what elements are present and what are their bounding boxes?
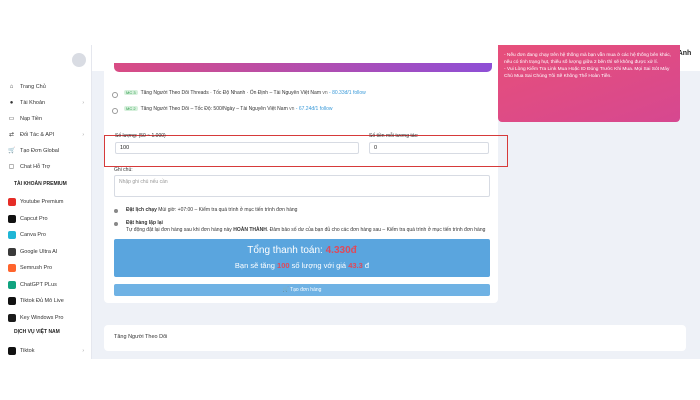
option-text: Tăng Người Theo Dõi Threads · Tốc Độ Nha…: [140, 90, 321, 96]
option-label-1[interactable]: MC 3 Tăng Người Theo Dõi Threads · Tốc Độ…: [124, 90, 366, 96]
sidebar-item-label: Trang Chủ: [20, 84, 46, 90]
chevron-right-icon: ›: [82, 132, 84, 138]
sidebar-item[interactable]: ● Tài Khoản ›: [8, 97, 88, 109]
sidebar-item-label: Tài Khoản: [20, 100, 46, 106]
sidebar-item-label: Tiktok Đủ Mô Live: [20, 298, 64, 304]
sidebar-item[interactable]: Capcut Pro: [8, 213, 88, 225]
sidebar-item[interactable]: ⌂ Trang Chủ: [8, 81, 88, 93]
section-premium-title: TÀI KHOẢN PREMIUM: [14, 181, 67, 187]
sidebar-item-label: Canva Pro: [20, 232, 46, 238]
sidebar-item-label: Nạp Tiền: [20, 116, 43, 122]
option-text: Tăng Người Theo Dõi – Tốc Độ: 500/Ngày –…: [140, 106, 288, 112]
quantity-highlight-box: Số lượng: (50 ~ 1.000) 100 Số tiền mỗi t…: [104, 133, 508, 167]
option-radio-2[interactable]: [112, 108, 118, 114]
total-amount: 4.330: [325, 245, 351, 256]
sidebar-item[interactable]: ChatGPT PLus: [8, 279, 88, 291]
sidebar-item-label: Tạo Đơn Global: [20, 148, 60, 154]
sidebar-item-label: Tiktok: [20, 348, 35, 354]
sidebar-item-label: Youtube Premium: [20, 199, 64, 205]
app-icon: [8, 347, 16, 355]
notice-card: - Nếu đơn đang chạy trên hệ thống mà bạn…: [498, 45, 680, 122]
option-price: - 67.24đ/1 follow: [295, 106, 333, 112]
total-line: Tổng thanh toán: 4.330đ: [247, 245, 357, 256]
option-flag: vn: [322, 90, 328, 96]
sidebar-item-label: Chat Hỗ Trợ: [20, 164, 51, 170]
sidebar-item-label: Google Ultra AI: [20, 248, 58, 255]
chevron-right-icon: ›: [82, 100, 84, 106]
quantity-input[interactable]: 100: [115, 142, 359, 154]
sidebar-item-label: Đối Tác & API: [20, 132, 55, 138]
section-vn-title: DỊCH VỤ VIỆT NAM: [14, 329, 60, 335]
wallet-icon: ▭: [8, 115, 15, 122]
app-icon: [8, 231, 16, 239]
sidebar-item-label: Capcut Pro: [20, 215, 48, 222]
app-icon: [8, 214, 16, 223]
schedule-toggle[interactable]: [114, 209, 118, 213]
user-icon: ●: [9, 99, 14, 106]
total-qty: 100: [277, 261, 290, 270]
option-label-2[interactable]: MC 2 Tăng Người Theo Dõi – Tốc Độ: 500/Ng…: [124, 106, 333, 112]
sidebar-item[interactable]: Semrush Pro: [8, 262, 88, 274]
app-icon: [8, 247, 16, 256]
option-tag: MC 3: [124, 90, 138, 95]
sidebar-item-label: Semrush Pro: [20, 265, 53, 271]
total-payment-panel: Tổng thanh toán: 4.330đ Bạn sẽ tăng 100 …: [114, 239, 490, 277]
sidebar-item[interactable]: 🛒 Tạo Đơn Global: [8, 145, 88, 157]
sidebar: ⌂ Trang Chủ ● Tài Khoản › ▭ Nạp Tiền ⇄ Đối Tác &…: [0, 45, 92, 359]
repeat-order-text: Đặt hàng lặp lại Tự động đặt lại đơn hàng…: [126, 220, 486, 233]
api-icon: ⇄: [8, 131, 15, 138]
sidebar-item[interactable]: ▭ Nạp Tiền: [8, 113, 88, 125]
note-label: Ghi chú:: [114, 167, 133, 173]
app-icon: [8, 198, 16, 206]
schedule-text: Đặt lịch chạy Múi giờ: +07:00 – Kiểm tra…: [126, 207, 298, 213]
option-flag: vn: [289, 106, 295, 112]
description-card: Tăng Người Theo Dõi: [104, 325, 686, 351]
sidebar-item[interactable]: Tiktok Đủ Mô Live: [8, 295, 88, 307]
order-form-card: MC 3 Tăng Người Theo Dõi Threads · Tốc Độ…: [104, 57, 508, 303]
sidebar-item[interactable]: Key Windows Pro: [8, 312, 88, 324]
quantity-label: Số lượng: (50 ~ 1.000): [115, 133, 166, 139]
option-radio-1[interactable]: [112, 92, 118, 98]
app-icon: [8, 264, 16, 272]
service-banner: [114, 63, 492, 72]
total-detail-line: Bạn sẽ tăng 100 số lượng với giá 43.3 đ: [234, 261, 370, 270]
sidebar-item[interactable]: Tiktok ›: [8, 345, 88, 357]
price-per-interaction-label: Số tiền mỗi tương tác:: [369, 133, 419, 139]
app-icon: [8, 280, 16, 289]
sidebar-item[interactable]: ⇄ Đối Tác & API ›: [8, 129, 88, 141]
unit-price: 43.3: [348, 261, 363, 270]
cart-icon: 🛒: [8, 147, 16, 154]
notice-line-2: - Vui Lòng Kiểm Tra Link Mua Hoặc ID Đún…: [504, 67, 670, 79]
sidebar-item-label: Key Windows Pro: [20, 314, 64, 321]
description-title: Tăng Người Theo Dõi: [114, 334, 168, 340]
repeat-order-toggle[interactable]: [114, 222, 118, 226]
notice-line-1: - Nếu đơn đang chạy trên hệ thống mà bạn…: [504, 53, 672, 65]
note-textarea[interactable]: Nhập ghi chú nếu cần: [114, 175, 490, 197]
sidebar-item[interactable]: Youtube Premium: [8, 196, 88, 208]
logo-icon: [72, 53, 86, 67]
home-icon: ⌂: [9, 83, 14, 90]
price-per-interaction-input[interactable]: 0: [369, 142, 489, 154]
chevron-right-icon: ›: [82, 348, 84, 354]
option-price: - 80.33đ/1 follow: [329, 90, 366, 96]
sidebar-item-label: ChatGPT PLus: [20, 281, 57, 288]
sidebar-item[interactable]: Canva Pro: [8, 229, 88, 241]
option-tag: MC 2: [124, 106, 138, 111]
sidebar-item[interactable]: ▢ Chat Hỗ Trợ: [8, 161, 88, 173]
app-frame: ⌂ Trang Chủ ● Tài Khoản › ▭ Nạp Tiền ⇄ Đối Tác &…: [0, 45, 700, 359]
app-icon: [8, 297, 16, 305]
sidebar-item[interactable]: Google Ultra AI: [8, 246, 88, 258]
create-order-button[interactable]: 🛒 Tạo đơn hàng: [114, 284, 490, 296]
app-icon: [8, 313, 16, 322]
chat-icon: ▢: [8, 163, 15, 170]
